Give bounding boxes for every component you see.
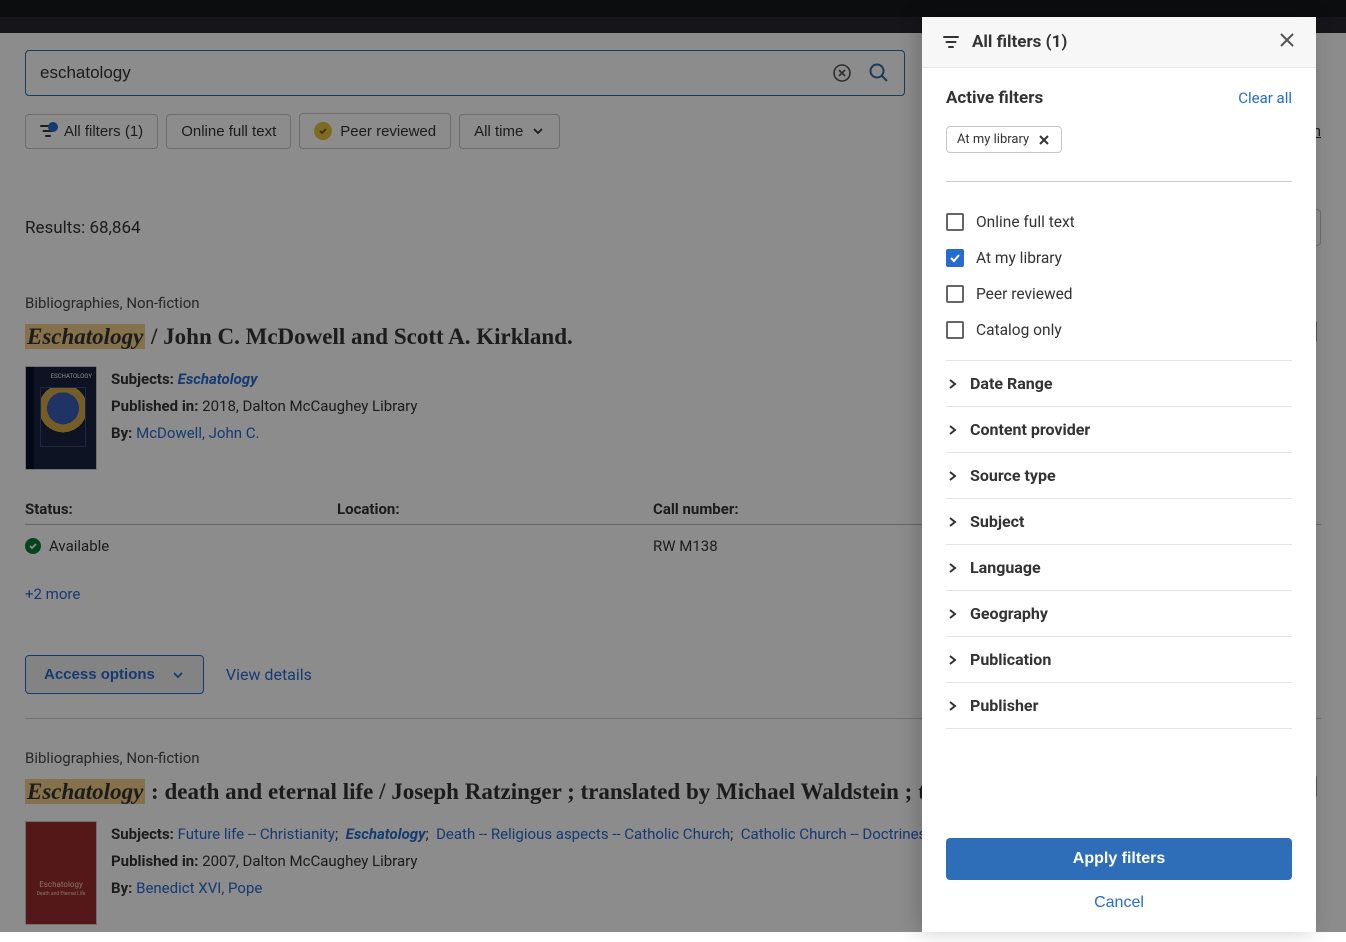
active-filter-chip[interactable]: At my library [946, 126, 1062, 153]
chip-label: At my library [957, 132, 1029, 147]
expander-label: Publisher [970, 696, 1038, 715]
panel-body: Active filters Clear all At my library O… [922, 68, 1316, 820]
close-icon[interactable] [1278, 31, 1296, 53]
checkbox-catalog-only[interactable]: Catalog only [946, 312, 1292, 348]
expander-label: Content provider [970, 420, 1090, 439]
expander-publication[interactable]: Publication [946, 636, 1292, 682]
checkbox-icon [946, 249, 964, 267]
close-icon[interactable] [1037, 133, 1051, 147]
cancel-button[interactable]: Cancel [946, 880, 1292, 914]
active-filters-label: Active filters [946, 88, 1043, 108]
checkbox-online-full-text[interactable]: Online full text [946, 204, 1292, 240]
checkbox-at-my-library[interactable]: At my library [946, 240, 1292, 276]
expander-publisher[interactable]: Publisher [946, 682, 1292, 729]
expander-date-range[interactable]: Date Range [946, 360, 1292, 406]
checkbox-label: Online full text [976, 213, 1075, 231]
checkbox-icon [946, 285, 964, 303]
checkbox-icon [946, 321, 964, 339]
expander-geography[interactable]: Geography [946, 590, 1292, 636]
divider [946, 181, 1292, 182]
expander-content-provider[interactable]: Content provider [946, 406, 1292, 452]
filter-icon [942, 34, 960, 50]
chevron-right-icon [946, 608, 958, 620]
chevron-right-icon [946, 700, 958, 712]
expander-label: Geography [970, 604, 1048, 623]
checkbox-label: Catalog only [976, 321, 1062, 339]
expander-label: Date Range [970, 374, 1053, 393]
panel-footer: Apply filters Cancel [922, 820, 1316, 932]
panel-header: All filters (1) [922, 17, 1316, 68]
chevron-right-icon [946, 516, 958, 528]
filters-panel: All filters (1) Active filters Clear all… [922, 17, 1316, 932]
clear-all-link[interactable]: Clear all [1238, 89, 1292, 107]
expander-list: Date Range Content provider Source type … [946, 360, 1292, 729]
expander-language[interactable]: Language [946, 544, 1292, 590]
chevron-right-icon [946, 424, 958, 436]
expander-label: Publication [970, 650, 1051, 669]
chevron-right-icon [946, 378, 958, 390]
checkbox-label: At my library [976, 249, 1062, 267]
chevron-right-icon [946, 654, 958, 666]
chevron-right-icon [946, 562, 958, 574]
checkbox-icon [946, 213, 964, 231]
expander-label: Subject [970, 512, 1024, 531]
apply-filters-button[interactable]: Apply filters [946, 838, 1292, 880]
checkbox-label: Peer reviewed [976, 285, 1073, 303]
expander-label: Source type [970, 466, 1056, 485]
chevron-right-icon [946, 470, 958, 482]
expander-label: Language [970, 558, 1041, 577]
panel-title: All filters (1) [972, 32, 1067, 52]
checkbox-peer-reviewed[interactable]: Peer reviewed [946, 276, 1292, 312]
expander-subject[interactable]: Subject [946, 498, 1292, 544]
expander-source-type[interactable]: Source type [946, 452, 1292, 498]
